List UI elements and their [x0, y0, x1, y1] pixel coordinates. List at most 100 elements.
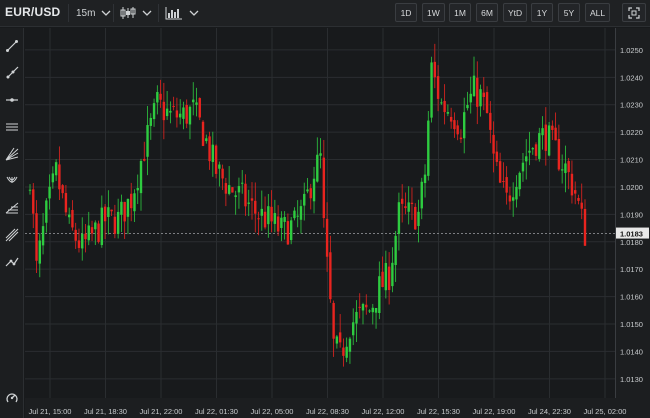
candle-down	[77, 240, 81, 248]
candle-up	[192, 99, 195, 103]
candle-up	[28, 189, 32, 191]
gann-icon	[5, 228, 19, 242]
compare-selector[interactable]	[165, 3, 199, 23]
chevron-down-icon	[142, 10, 152, 16]
candle-down	[404, 206, 407, 209]
horizontal-line-tool[interactable]	[2, 90, 22, 110]
candle-down	[476, 77, 479, 107]
price-axis-background	[615, 28, 650, 418]
candle-up	[521, 162, 525, 172]
candle-down	[172, 106, 175, 108]
range-1d-button[interactable]: 1D	[395, 3, 417, 22]
candle-down	[71, 209, 74, 228]
price-tick-label: 1.0230	[620, 101, 643, 110]
candle-down	[143, 158, 146, 161]
divider	[113, 4, 114, 22]
candle-down	[113, 216, 117, 234]
candle-down	[551, 125, 554, 130]
fullscreen-button[interactable]	[622, 3, 646, 22]
time-tick-label: Jul 21, 22:00	[140, 407, 183, 416]
candle-down	[286, 221, 290, 245]
range-1m-button[interactable]: 1M	[449, 3, 471, 22]
candle-down	[309, 188, 312, 199]
candle-down	[175, 110, 179, 118]
range-5y-button[interactable]: 5Y	[558, 3, 580, 22]
parallel-channel-tool[interactable]	[2, 117, 22, 137]
chart-style-selector[interactable]	[120, 3, 152, 23]
candle-up	[368, 310, 371, 312]
candle-up	[149, 117, 152, 126]
candlestick-chart[interactable]: 1.0250 1.0240 1.0230 1.0220 1.0210 1.0200 1.01…	[25, 28, 650, 418]
candle-down	[508, 195, 512, 202]
price-tick-label: 1.0140	[620, 347, 643, 356]
candle-up	[182, 107, 185, 119]
candle-down	[97, 223, 100, 242]
time-tick-label: Jul 22, 12:00	[362, 407, 405, 416]
range-1y-button[interactable]: 1Y	[531, 3, 553, 22]
price-chart[interactable]: 1.0250 1.0240 1.0230 1.0220 1.0210 1.0200 1.01…	[25, 28, 650, 418]
candle-down	[61, 185, 64, 194]
interval-selector[interactable]: 15m	[76, 3, 111, 23]
symbol-label: EUR/USD	[5, 5, 61, 19]
last-price-label: 1.0183	[620, 230, 643, 239]
candle-up	[420, 181, 423, 209]
fib-fan-tool[interactable]	[2, 144, 22, 164]
chart-settings-button[interactable]	[2, 388, 22, 408]
candle-up	[564, 163, 567, 174]
time-tick-label: Jul 22, 01:30	[195, 407, 238, 416]
candle-up	[348, 338, 352, 352]
fib-retracement-icon	[5, 202, 19, 214]
candle-down	[580, 202, 583, 209]
candle-up	[547, 125, 551, 156]
candle-up	[560, 169, 564, 171]
pitchfork-tool[interactable]	[2, 171, 22, 191]
price-tick-label: 1.0200	[620, 183, 643, 192]
candle-up	[195, 102, 198, 105]
trend-line-icon	[6, 40, 18, 52]
time-tick-label: Jul 24, 22:30	[528, 407, 571, 416]
candlestick-icon	[120, 7, 136, 19]
divider	[158, 4, 159, 22]
price-tick-label: 1.0180	[620, 238, 643, 247]
candle-up	[479, 89, 482, 107]
candle-up	[525, 156, 528, 162]
candle-up	[205, 138, 208, 142]
candle-down	[332, 302, 335, 339]
range-6m-button[interactable]: 6M	[476, 3, 498, 22]
candle-down	[231, 187, 234, 193]
parallel-channel-icon	[6, 123, 18, 131]
candle-up	[352, 322, 355, 336]
price-tick-label: 1.0220	[620, 128, 643, 137]
trend-line-tool[interactable]	[2, 36, 22, 56]
candle-up	[391, 262, 394, 287]
ray-tool[interactable]	[2, 63, 22, 83]
time-axis: Jul 21, 15:00 Jul 21, 18:30 Jul 21, 22:00 J…	[25, 398, 650, 418]
candle-up	[107, 207, 110, 217]
measure-tool[interactable]	[2, 252, 22, 272]
price-tick-label: 1.0130	[620, 375, 643, 384]
range-all-button[interactable]: ALL	[585, 3, 611, 22]
candle-up	[120, 201, 123, 215]
candle-down	[58, 164, 61, 190]
fib-retracement-tool[interactable]	[2, 198, 22, 218]
candle-down	[570, 173, 574, 196]
candle-up	[234, 195, 237, 198]
candle-up	[384, 263, 388, 291]
candle-down	[456, 125, 459, 135]
candle-down	[329, 252, 332, 300]
gann-tool[interactable]	[2, 225, 22, 245]
candle-up	[319, 153, 322, 156]
price-tick-label: 1.0210	[620, 156, 643, 165]
candle-up	[407, 202, 410, 212]
candle-down	[270, 206, 273, 222]
range-1w-button[interactable]: 1W	[422, 3, 445, 22]
candle-down	[453, 120, 456, 130]
candle-up	[94, 222, 97, 230]
range-ytd-button[interactable]: YtD	[503, 3, 528, 22]
candle-up	[469, 93, 472, 103]
candle-up	[293, 210, 296, 219]
candle-up	[237, 186, 241, 193]
candle-up	[463, 112, 466, 139]
grid	[25, 28, 615, 398]
candle-down	[342, 347, 345, 356]
